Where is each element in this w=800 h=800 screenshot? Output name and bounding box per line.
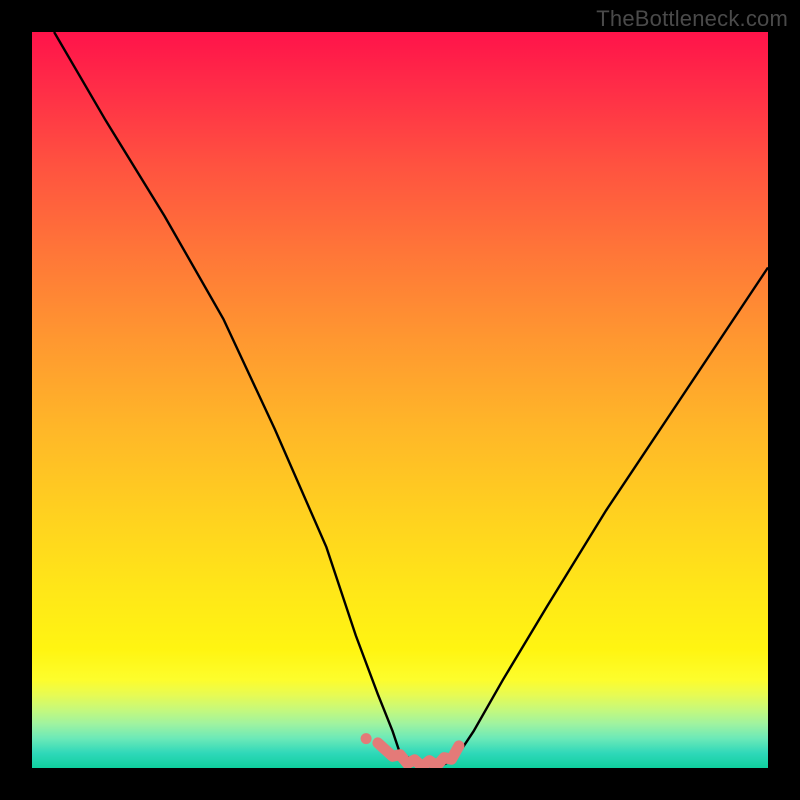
outer-frame: TheBottleneck.com bbox=[0, 0, 800, 800]
marker-dot bbox=[361, 733, 372, 744]
plot-area bbox=[32, 32, 768, 768]
watermark-label: TheBottleneck.com bbox=[596, 6, 788, 32]
marker-layer bbox=[32, 32, 768, 768]
marker-stroke bbox=[378, 743, 459, 767]
